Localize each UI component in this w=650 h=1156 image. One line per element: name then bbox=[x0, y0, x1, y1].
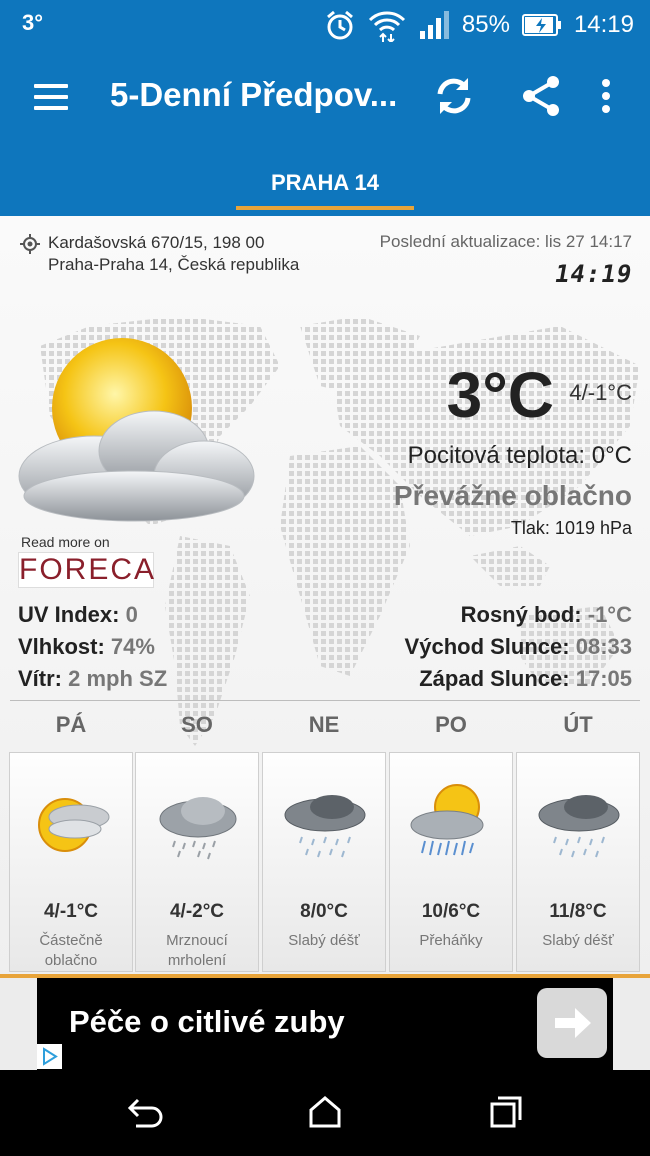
sunset: Západ Slunce: 17:05 bbox=[419, 666, 632, 692]
menu-icon[interactable] bbox=[34, 84, 68, 110]
status-time: 14:19 bbox=[573, 11, 634, 38]
humidity: Vlhkost: 74% bbox=[18, 634, 155, 660]
wind: Vítr: 2 mph SZ bbox=[18, 666, 167, 692]
wind-value: 2 mph SZ bbox=[68, 666, 168, 691]
uv-index: UV Index: 0 bbox=[18, 602, 138, 628]
ad-arrow-button[interactable] bbox=[537, 988, 607, 1058]
condition-text: Převážne oblačno bbox=[393, 480, 632, 511]
refresh-icon[interactable] bbox=[432, 74, 476, 118]
forecast-day-card[interactable]: 8/0°C Slabý déšť bbox=[262, 752, 386, 972]
humidity-label: Vlhkost: bbox=[18, 634, 105, 659]
app-bar: 5-Denní Předpov... PRAHA 14 bbox=[0, 46, 650, 216]
wifi-icon bbox=[368, 11, 405, 42]
day-header: PÁ bbox=[55, 712, 87, 737]
day-header: PO bbox=[435, 712, 467, 737]
current-weather-panel: Kardašovská 670/15, 198 00 Praha-Praha 1… bbox=[0, 216, 650, 976]
forecast-strip: PÁ SO NE PO ÚT 4/-1°C Částečně oblačno 4/… bbox=[0, 712, 650, 976]
system-nav-bar bbox=[0, 1070, 650, 1156]
light-rain-icon bbox=[538, 795, 620, 858]
address-line-2: Praha-Praha 14, Česká republika bbox=[48, 255, 300, 274]
dew-point-label: Rosný bod: bbox=[460, 602, 582, 627]
forecast-desc-line: oblačno bbox=[44, 952, 98, 969]
status-bar: 3° 85% 14:19 bbox=[0, 0, 650, 46]
status-temperature: 3° bbox=[22, 10, 44, 35]
day-header: ÚT bbox=[563, 712, 593, 737]
wind-label: Vítr: bbox=[18, 666, 62, 691]
sunset-label: Západ Slunce: bbox=[419, 666, 570, 691]
forecast-temp: 4/-1°C bbox=[43, 901, 99, 922]
dew-point: Rosný bod: -1°C bbox=[461, 602, 632, 628]
current-temperature: 3°C bbox=[446, 359, 554, 431]
forecast-desc-line: mrholení bbox=[167, 952, 227, 969]
recent-apps-icon[interactable] bbox=[488, 1094, 524, 1130]
forecast-temp: 8/0°C bbox=[300, 901, 348, 922]
forecast-desc-line: Částečně bbox=[39, 932, 103, 949]
app-title: 5-Denní Předpov... bbox=[110, 76, 398, 113]
ad-area: Péče o citlivé zuby bbox=[0, 978, 650, 1070]
forecast-day-card[interactable]: 10/6°C Přeháňky bbox=[389, 752, 513, 972]
read-more-label: Read more on bbox=[21, 534, 110, 550]
freezing-drizzle-icon bbox=[159, 797, 237, 860]
showers-icon bbox=[410, 784, 484, 856]
forecast-temp: 10/6°C bbox=[421, 901, 481, 922]
share-icon[interactable] bbox=[519, 74, 563, 118]
alarm-icon bbox=[326, 10, 353, 40]
feels-like: Pocitová teplota: 0°C bbox=[407, 442, 632, 469]
sunrise-label: Východ Slunce: bbox=[404, 634, 570, 659]
back-icon[interactable] bbox=[126, 1094, 166, 1130]
address-line-1: Kardašovská 670/15, 198 00 bbox=[48, 233, 265, 252]
light-rain-icon bbox=[284, 795, 366, 858]
arrow-right-icon bbox=[555, 1008, 591, 1038]
ad-text: Péče o citlivé zuby bbox=[69, 1004, 345, 1039]
forecast-desc: Přeháňky bbox=[390, 931, 512, 951]
battery-percent: 85% bbox=[461, 11, 510, 38]
dew-point-value: -1°C bbox=[587, 602, 632, 627]
forecast-day-card[interactable]: 11/8°C Slabý déšť bbox=[516, 752, 640, 972]
battery-charging-icon bbox=[521, 14, 561, 36]
forecast-desc-line: Slabý déšť bbox=[542, 932, 614, 949]
location-target-icon bbox=[20, 234, 40, 254]
forecast-desc-line: Mrznoucí bbox=[166, 932, 228, 949]
forecast-desc-line: Slabý déšť bbox=[288, 932, 360, 949]
home-icon[interactable] bbox=[307, 1094, 343, 1130]
forecast-day-card[interactable]: 4/-1°C Částečně oblačno bbox=[9, 752, 133, 972]
overflow-menu-icon[interactable] bbox=[584, 74, 628, 118]
adchoices-icon[interactable] bbox=[37, 1044, 62, 1069]
partly-cloudy-icon bbox=[38, 798, 110, 852]
forecast-temp: 11/8°C bbox=[549, 901, 607, 922]
sunset-value: 17:05 bbox=[575, 666, 632, 691]
forecast-desc: Slabý déšť bbox=[517, 931, 639, 951]
sunrise: Východ Slunce: 08:33 bbox=[405, 634, 632, 660]
last-update: Poslední aktualizace: lis 27 14:17 bbox=[379, 232, 632, 251]
forecast-desc: Částečně oblačno bbox=[10, 931, 132, 971]
sunrise-value: 08:33 bbox=[575, 634, 632, 659]
partly-cloudy-icon bbox=[18, 338, 255, 522]
uv-index-label: UV Index: bbox=[18, 602, 120, 627]
forecast-desc-line: Přeháňky bbox=[419, 932, 483, 949]
forecast-day-card[interactable]: 4/-2°C Mrznoucí mrholení bbox=[135, 752, 259, 972]
divider bbox=[10, 700, 640, 701]
day-header: NE bbox=[308, 712, 340, 737]
forecast-temp: 4/-2°C bbox=[169, 901, 225, 922]
humidity-value: 74% bbox=[110, 634, 155, 659]
forecast-desc: Slabý déšť bbox=[263, 931, 385, 951]
location-block: Kardašovská 670/15, 198 00 Praha-Praha 1… bbox=[20, 232, 299, 276]
foreca-logo[interactable]: FORECA bbox=[18, 552, 154, 588]
uv-index-value: 0 bbox=[125, 602, 138, 627]
temperature-range: 4/-1°C bbox=[569, 380, 632, 405]
forecast-desc: Mrznoucí mrholení bbox=[136, 931, 258, 971]
digital-clock: 14:19 bbox=[552, 260, 635, 288]
pressure: Tlak: 1019 hPa bbox=[510, 518, 632, 538]
day-header: SO bbox=[181, 712, 213, 737]
signal-icon bbox=[419, 11, 449, 39]
tab-praha-14[interactable]: PRAHA 14 bbox=[236, 158, 414, 210]
ad-banner[interactable]: Péče o citlivé zuby bbox=[37, 978, 613, 1070]
